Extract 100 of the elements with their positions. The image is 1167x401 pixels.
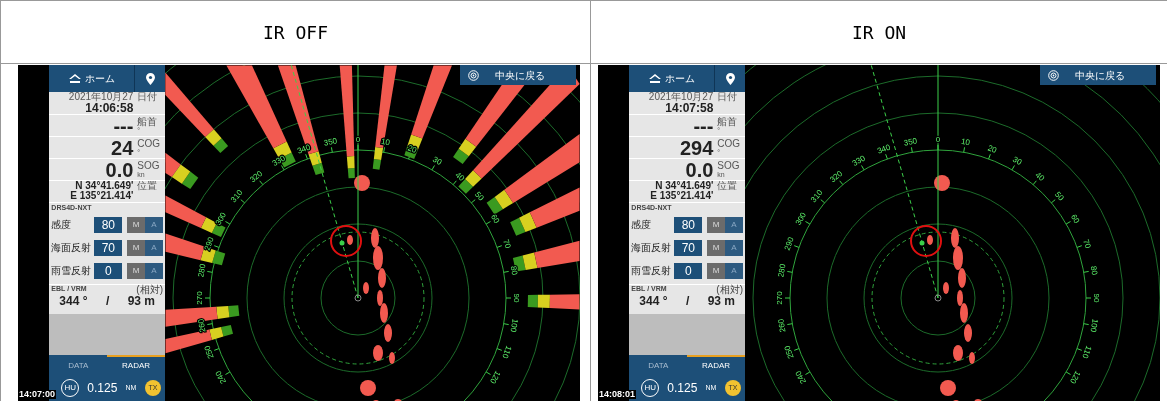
bearing-label: 260 xyxy=(196,318,208,333)
bearing-label: 70 xyxy=(1081,238,1093,250)
bearing-label: 120 xyxy=(1067,369,1083,386)
clock-overlay: 14:07:00 xyxy=(18,390,57,399)
own-ship-icon xyxy=(354,294,362,302)
bearing-label: 80 xyxy=(508,265,520,276)
bearing-label: 90 xyxy=(1091,293,1101,303)
target-icon xyxy=(1048,69,1059,81)
bearing-label: 240 xyxy=(213,369,229,386)
longitude-text: E 135°21.414' xyxy=(70,191,134,201)
bearing-label: 240 xyxy=(793,369,809,386)
bearing-label: 70 xyxy=(501,238,513,250)
gain-label: 海面反射 xyxy=(631,242,672,253)
home-icon xyxy=(68,74,81,83)
interference-beam xyxy=(165,195,226,237)
bearing-label: 290 xyxy=(202,236,216,252)
mode-option[interactable]: M xyxy=(707,262,725,279)
ebl-mode-text: (相対) xyxy=(136,285,163,295)
bearing-label: 10 xyxy=(960,136,971,148)
mode-option[interactable]: A xyxy=(145,216,163,233)
gain-value: 70 xyxy=(94,239,123,256)
position-label: 位置 xyxy=(137,181,158,193)
interference-beam xyxy=(165,233,226,266)
mode-option[interactable]: A xyxy=(725,239,743,256)
bearing-label: 60 xyxy=(489,212,502,225)
mode-option[interactable]: M xyxy=(127,216,145,233)
bearing-label: 110 xyxy=(1080,344,1094,360)
mode-toggle[interactable]: M A xyxy=(707,262,743,279)
mode-toggle[interactable]: M A xyxy=(127,239,163,256)
ebl-bearing-text: 344 ° xyxy=(59,295,88,307)
target-echo xyxy=(347,235,353,245)
mode-toggle[interactable]: M A xyxy=(127,262,163,279)
mode-option[interactable]: M xyxy=(707,239,725,256)
bearing-label: 40 xyxy=(453,170,467,183)
target-icon xyxy=(468,69,479,81)
bearing-label: 350 xyxy=(323,136,338,148)
mode-option[interactable]: A xyxy=(145,262,163,279)
bearing-label: 30 xyxy=(431,154,444,167)
time-text: 14:06:58 xyxy=(85,102,134,114)
gain-label: 海面反射 xyxy=(51,242,92,253)
bearing-label: 50 xyxy=(473,189,486,203)
mode-toggle[interactable]: M A xyxy=(707,216,743,233)
mode-option[interactable]: M xyxy=(127,239,145,256)
bearing-label: 10 xyxy=(380,136,391,148)
bearing-label: 300 xyxy=(793,210,809,227)
readout-value: --- xyxy=(112,115,134,136)
bearing-label: 270 xyxy=(195,291,205,305)
clock-overlay: 14:08:01 xyxy=(598,390,637,399)
bearing-label: 280 xyxy=(776,263,788,278)
bearing-label: 260 xyxy=(776,318,788,333)
view-tab[interactable]: DATA xyxy=(49,355,108,375)
mode-option[interactable]: A xyxy=(725,216,743,233)
bearing-label: 270 xyxy=(775,291,785,305)
mode-toggle[interactable]: M A xyxy=(127,216,163,233)
mode-option[interactable]: A xyxy=(725,262,743,279)
bearing-label: 0 xyxy=(935,135,941,145)
bearing-label: 30 xyxy=(1011,154,1024,167)
bearing-label: 350 xyxy=(903,136,918,148)
bearing-label: 0 xyxy=(355,135,361,145)
readout-value: --- xyxy=(692,115,714,136)
target-dot xyxy=(919,240,925,246)
target-circle xyxy=(910,225,942,257)
bearing-label: 100 xyxy=(508,318,520,333)
latitude-text: N 34°41.649' xyxy=(75,181,134,191)
date-text: 2021年10月27 xyxy=(648,92,714,102)
mode-toggle[interactable]: M A xyxy=(707,239,743,256)
bearing-label: 340 xyxy=(296,142,312,156)
bearing-label: 60 xyxy=(1069,212,1082,225)
mode-option[interactable]: M xyxy=(707,216,725,233)
gain-label: 雨雪反射 xyxy=(631,265,672,276)
readout-value: 0.0 xyxy=(684,159,714,180)
readout-label: SOG xyxy=(137,161,160,171)
bearing-label: 20 xyxy=(986,143,998,155)
center-button[interactable]: 中央に戻る xyxy=(1040,65,1156,85)
center-button[interactable]: 中央に戻る xyxy=(460,65,576,85)
bearing-label: 80 xyxy=(1088,265,1100,276)
bearing-label: 280 xyxy=(196,263,208,278)
bearing-label: 320 xyxy=(248,168,265,185)
bearing-label: 290 xyxy=(782,236,796,252)
column-header: IR ON xyxy=(591,1,1167,64)
gain-value: 0 xyxy=(674,262,703,279)
readout-value: 294 xyxy=(679,137,714,158)
column-header: IR OFF xyxy=(1,1,591,64)
separator-text: / xyxy=(685,295,690,307)
separator-text: / xyxy=(105,295,110,307)
range-text: 0.125 xyxy=(87,380,118,397)
home-icon xyxy=(648,74,661,83)
gain-label: 感度 xyxy=(51,219,73,230)
range-text: 0.125 xyxy=(667,380,698,397)
readout-label: 船首 xyxy=(137,117,158,127)
mode-option[interactable]: M xyxy=(127,262,145,279)
position-label: 位置 xyxy=(717,181,738,193)
readout-value: 24 xyxy=(110,137,134,158)
ebl-bearing-text: 344 ° xyxy=(639,295,668,307)
view-tab[interactable]: DATA xyxy=(629,355,688,375)
location-pin-icon xyxy=(725,72,735,85)
mode-option[interactable]: A xyxy=(145,239,163,256)
interference-beam xyxy=(527,294,580,310)
target-dot xyxy=(339,240,345,246)
bearing-label: 330 xyxy=(270,153,287,169)
